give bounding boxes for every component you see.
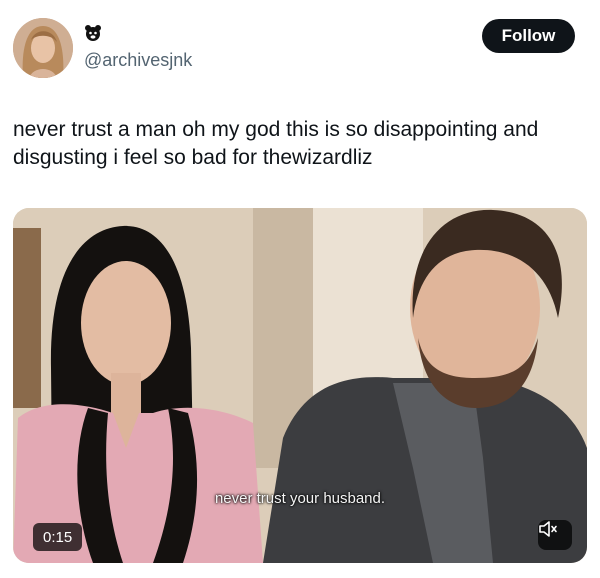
- video-frame: [13, 208, 587, 563]
- tweet-text: never trust a man oh my god this is so d…: [13, 118, 539, 169]
- avatar[interactable]: [13, 18, 73, 78]
- video-player[interactable]: never trust your husband. 0:15: [13, 208, 587, 563]
- avatar-image: [13, 18, 73, 78]
- video-subtitle: never trust your husband.: [214, 490, 386, 507]
- video-timestamp: 0:15: [33, 523, 83, 551]
- follow-button[interactable]: Follow: [482, 19, 575, 53]
- author-handle[interactable]: @archivesjnk: [84, 50, 192, 71]
- bear-face-icon: [84, 24, 102, 42]
- speaker-muted-icon[interactable]: [538, 520, 572, 550]
